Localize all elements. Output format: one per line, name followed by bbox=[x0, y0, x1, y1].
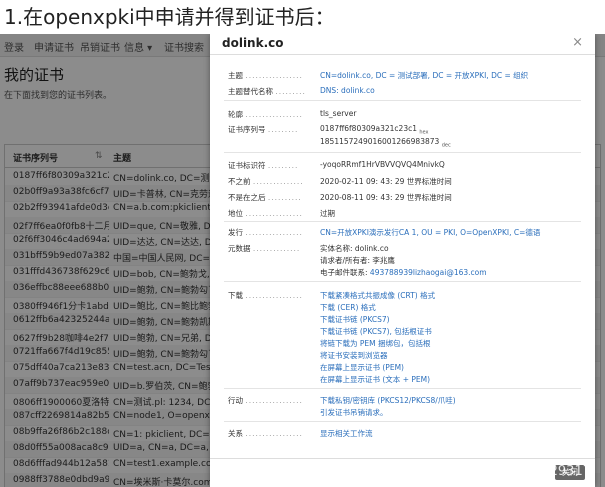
identifier-label: 证书标识符 ......... bbox=[228, 161, 299, 170]
divider bbox=[224, 152, 581, 153]
download-pkcs7-root-link[interactable]: 下载证书链 (PKCS7), 包括根证书 bbox=[320, 326, 432, 337]
download-private-key-link[interactable]: 下载私钥/密钥库 (PKCS12/PKCS8/爪哇) bbox=[320, 395, 456, 406]
relations-label: 关系 ................. bbox=[228, 429, 303, 438]
modal-title: dolink.co bbox=[222, 36, 284, 50]
identifier-value: -yoqoRRmf1HrVBVVQVQ4MnivkQ bbox=[320, 160, 445, 169]
show-pem-link[interactable]: 在屏幕上显示证书 (PEM) bbox=[320, 362, 404, 373]
subject-value[interactable]: CN=dolink.co, DC = 测试部署, DC = 开放XPKI, DC… bbox=[320, 70, 528, 81]
serial-hex: 0187ff6f80309a321c23c1 hex bbox=[320, 124, 429, 136]
notafter-value: 2020-08-11 09: 43: 29 世界标准时间 bbox=[320, 193, 452, 202]
download-crt-link[interactable]: 下载紧凑格式共振成像 (CRT) 格式 bbox=[320, 290, 435, 301]
download-pkcs7-link[interactable]: 下载证书链 (PKCS7) bbox=[320, 314, 390, 325]
revoke-request-link[interactable]: 引发证书吊销请求。 bbox=[320, 407, 388, 418]
issuer-label: 发行 ................. bbox=[228, 228, 303, 237]
metadata-email: 电子邮件联系: 493788939lizhaogai@163.com bbox=[320, 268, 487, 277]
serial-dec: 1851157249016001266983873 dec bbox=[320, 137, 451, 149]
divider bbox=[224, 100, 581, 101]
metadata-requester: 请求者/所有者: 李兆鹰 bbox=[320, 256, 395, 265]
email-link[interactable]: 493788939lizhaogai@163.com bbox=[370, 268, 487, 277]
san-value[interactable]: DNS: dolink.co bbox=[320, 86, 375, 95]
page-heading: 1.在openxpki中申请并得到证书后： bbox=[4, 5, 335, 29]
close-icon[interactable]: × bbox=[572, 35, 583, 50]
certificate-detail-modal: dolink.co × 主题 ................. CN=doli… bbox=[210, 34, 595, 487]
download-cer-link[interactable]: 下载 (CER) 格式 bbox=[320, 302, 376, 313]
serial-label: 证书序列号 ......... bbox=[228, 125, 299, 134]
notbefore-value: 2020-02-11 09: 43: 29 世界标准时间 bbox=[320, 177, 452, 186]
watermark: CSDN @m0_73429317 bbox=[443, 464, 591, 479]
metadata-entity: 实体名称: dolink.co bbox=[320, 244, 389, 253]
show-text-pem-link[interactable]: 在屏幕上显示证书 (文本 + PEM) bbox=[320, 374, 430, 385]
divider bbox=[224, 421, 581, 422]
divider bbox=[224, 388, 581, 389]
profile-label: 轮廓 ................. bbox=[228, 110, 303, 119]
download-label: 下载 ................. bbox=[228, 291, 303, 300]
divider bbox=[224, 281, 581, 282]
status-value: 过期 bbox=[320, 209, 335, 218]
screenshot-area: 登录 申请证书 吊销证书 信息 ▾ 证书搜索 我的证书 在下面找到您的证书列表。… bbox=[0, 34, 605, 487]
download-pem-bundle-link[interactable]: 将链下载为 PEM 捆绑包，包括根 bbox=[320, 338, 431, 349]
issuer-value[interactable]: CN=开放XPKI演示发行CA 1, OU = PKI, O=OpenXPKI,… bbox=[320, 227, 540, 238]
notbefore-label: 不之前 ............... bbox=[228, 177, 304, 186]
modal-header: dolink.co × bbox=[210, 34, 595, 55]
subject-label: 主题 ................. bbox=[228, 71, 303, 80]
san-label: 主题替代名称 ......... bbox=[228, 87, 306, 96]
profile-value: tls_server bbox=[320, 109, 357, 118]
metadata-label: 元数据 .............. bbox=[228, 244, 301, 253]
install-browser-link[interactable]: 将证书安装到浏览器 bbox=[320, 350, 388, 361]
notafter-label: 不是在之后 .......... bbox=[228, 193, 302, 202]
status-label: 地位 ................. bbox=[228, 209, 303, 218]
divider bbox=[224, 221, 581, 222]
action-label: 行动 ................. bbox=[228, 396, 303, 405]
related-workflows-link[interactable]: 显示相关工作流 bbox=[320, 428, 373, 439]
